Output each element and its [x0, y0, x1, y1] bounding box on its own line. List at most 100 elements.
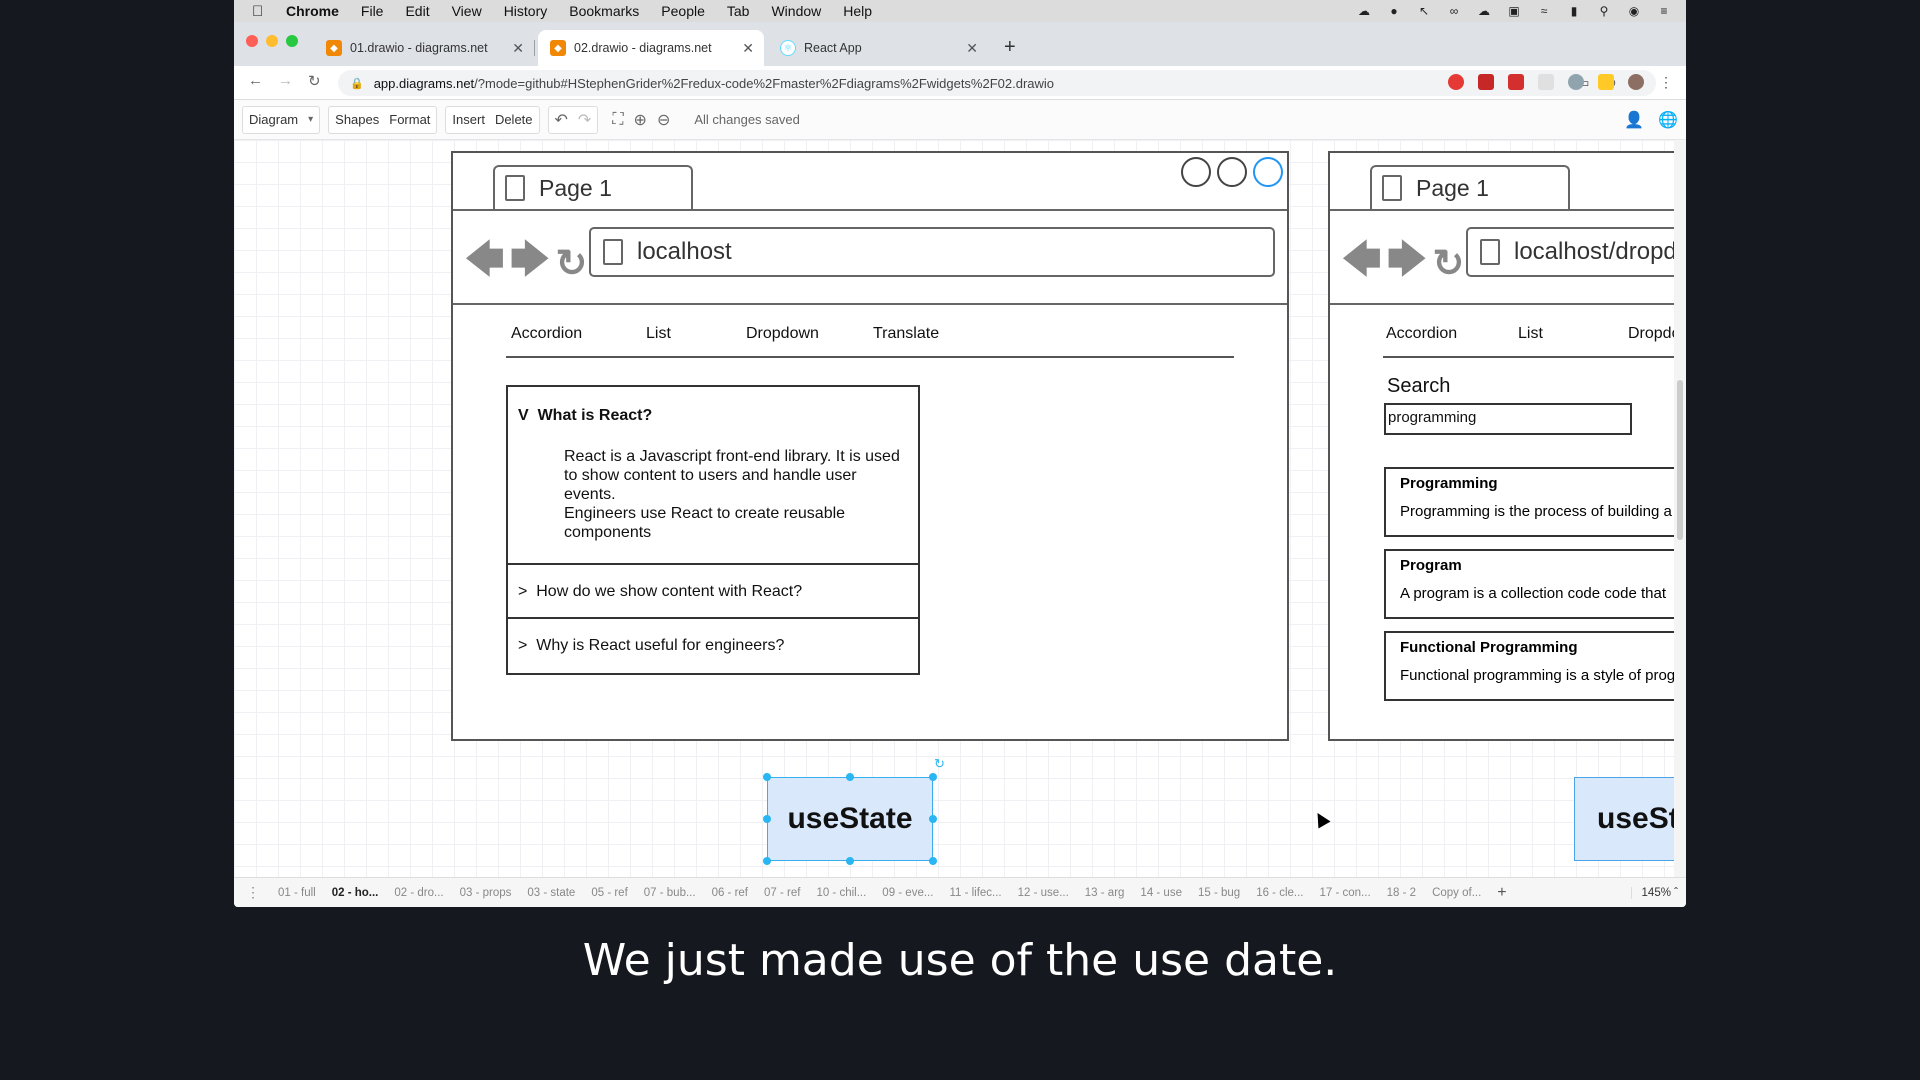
css-extension-icon[interactable]	[1598, 74, 1614, 90]
diagram-canvas[interactable]: Page 1 🡄 🡆 ↻ localhost Accordion List Dr…	[234, 140, 1674, 877]
resize-handle[interactable]	[929, 815, 937, 823]
extension-blue-icon[interactable]	[1568, 74, 1584, 90]
close-tab-icon[interactable]: ✕	[512, 40, 524, 57]
menu-file[interactable]: File	[361, 3, 384, 19]
browser-mockup-dropdown[interactable]: Page 1 🡄 🡆 ↻ localhost/dropdo Accordion …	[1328, 151, 1674, 741]
zoom-level[interactable]: 145% ˆ	[1630, 886, 1686, 899]
close-window-button[interactable]	[246, 35, 258, 47]
page-tab[interactable]: 06 - ref	[704, 887, 756, 899]
wifi-icon[interactable]: ≈	[1536, 4, 1552, 18]
page-tab[interactable]: 03 - props	[452, 887, 520, 899]
menu-edit[interactable]: Edit	[405, 3, 429, 19]
page-tab[interactable]: 05 - ref	[583, 887, 635, 899]
reload-icon[interactable]: ↻	[308, 72, 321, 90]
zoom-in-icon[interactable]: ⊕	[634, 110, 647, 130]
siri-icon[interactable]: ◉	[1626, 4, 1642, 18]
tab-react-app[interactable]: ⚛ React App ✕	[768, 30, 988, 66]
toolbar-right: 👤 🌐	[1624, 110, 1678, 130]
ublock-icon[interactable]	[1448, 74, 1464, 90]
page-tab[interactable]: 13 - arg	[1077, 887, 1133, 899]
menu-bookmarks[interactable]: Bookmarks	[569, 3, 639, 19]
globe-icon[interactable]: 🌐	[1658, 110, 1678, 130]
pages-menu-icon[interactable]: ⋮	[234, 884, 272, 901]
forward-arrow-icon: 🡆	[510, 239, 550, 281]
page-tab[interactable]: 07 - ref	[756, 887, 808, 899]
page-tab[interactable]: 02 - dro...	[386, 887, 451, 899]
creative-cloud-icon[interactable]: ☁	[1476, 4, 1492, 18]
resize-handle[interactable]	[763, 815, 771, 823]
extension-red-icon[interactable]	[1508, 74, 1524, 90]
chrome-menu-icon[interactable]: ⋮	[1658, 74, 1674, 90]
vertical-scrollbar[interactable]	[1674, 140, 1686, 877]
profile-avatar[interactable]	[1628, 74, 1644, 90]
delete-button[interactable]: Delete	[495, 112, 533, 127]
page-tab[interactable]: 09 - eve...	[874, 887, 941, 899]
extension-grey-icon[interactable]	[1538, 74, 1554, 90]
close-tab-icon[interactable]: ✕	[742, 40, 754, 57]
rotate-handle-icon[interactable]: ↻	[934, 756, 945, 772]
page-tab[interactable]: 18 - 2	[1379, 887, 1424, 899]
display-icon[interactable]: ▣	[1506, 4, 1522, 18]
zoom-window-button[interactable]	[286, 35, 298, 47]
spotlight-icon[interactable]: ⚲	[1596, 4, 1612, 18]
pointer-icon[interactable]: ↖	[1416, 4, 1432, 18]
apple-icon[interactable]: 	[252, 3, 270, 20]
page-tab[interactable]: 11 - lifec...	[941, 887, 1009, 899]
glasses-icon[interactable]: ∞	[1446, 4, 1462, 18]
tab-divider	[1330, 209, 1674, 211]
resize-handle[interactable]	[763, 773, 771, 781]
page-tab[interactable]: Copy of...	[1424, 887, 1489, 899]
new-tab-plus-icon[interactable]: +	[1004, 36, 1016, 59]
cloud-icon[interactable]: ☁	[1356, 4, 1372, 18]
close-tab-icon[interactable]: ✕	[966, 40, 978, 57]
menu-help[interactable]: Help	[843, 3, 872, 19]
user-icon[interactable]: 👤	[1624, 110, 1644, 130]
back-arrow-icon[interactable]: ←	[248, 72, 263, 89]
page-tab[interactable]: 01 - full	[272, 887, 324, 899]
menu-view[interactable]: View	[452, 3, 482, 19]
page-tab[interactable]: 15 - bug	[1190, 887, 1248, 899]
page-tab[interactable]: 14 - use	[1132, 887, 1190, 899]
mockup-nav-arrows: 🡄 🡆 ↻	[1342, 231, 1464, 296]
insert-button[interactable]: Insert	[452, 112, 485, 127]
lock-icon[interactable]: 🔒	[350, 77, 364, 90]
shapes-button[interactable]: Shapes	[335, 112, 379, 127]
add-page-plus-icon[interactable]: +	[1489, 884, 1514, 902]
extension-badge-icon[interactable]	[1478, 74, 1494, 90]
diagram-menu[interactable]: Diagram ▾	[242, 105, 321, 134]
body-line: to show content to users and handle user	[564, 467, 857, 484]
page-tab[interactable]: 07 - bub...	[636, 887, 704, 899]
page-tab[interactable]: 16 - cle...	[1248, 887, 1311, 899]
resize-handle[interactable]	[929, 773, 937, 781]
page-tab[interactable]: 10 - chil...	[808, 887, 874, 899]
menu-people[interactable]: People	[661, 3, 705, 19]
fullscreen-icon[interactable]: ⛶	[612, 111, 623, 129]
record-icon[interactable]: ●	[1386, 4, 1402, 18]
format-button[interactable]: Format	[389, 112, 430, 127]
resize-handle[interactable]	[763, 857, 771, 865]
zoom-out-icon[interactable]: ⊖	[657, 110, 670, 130]
forward-arrow-icon[interactable]: →	[278, 72, 293, 89]
usestate-shape-partial[interactable]: useSt	[1574, 777, 1674, 861]
menu-app[interactable]: Chrome	[286, 3, 339, 19]
undo-icon[interactable]: ↶	[555, 110, 568, 130]
resize-handle[interactable]	[929, 857, 937, 865]
notification-center-icon[interactable]: ≡	[1656, 4, 1672, 18]
menu-history[interactable]: History	[504, 3, 548, 19]
menu-tab[interactable]: Tab	[727, 3, 750, 19]
browser-mockup-accordion[interactable]: Page 1 🡄 🡆 ↻ localhost Accordion List Dr…	[451, 151, 1289, 741]
tab-02-drawio[interactable]: ◆ 02.drawio - diagrams.net ✕	[538, 30, 764, 66]
page-tab[interactable]: 03 - state	[519, 887, 583, 899]
page-tab[interactable]: 12 - use...	[1010, 887, 1077, 899]
page-tab-active[interactable]: 02 - ho...	[324, 887, 387, 899]
resize-handle[interactable]	[846, 857, 854, 865]
page-tab[interactable]: 17 - con...	[1312, 887, 1379, 899]
resize-handle[interactable]	[846, 773, 854, 781]
battery-icon[interactable]: ▮	[1566, 4, 1582, 18]
menu-window[interactable]: Window	[771, 3, 821, 19]
scroll-thumb[interactable]	[1677, 380, 1683, 540]
redo-icon[interactable]: ↷	[578, 110, 591, 130]
minimize-window-button[interactable]	[266, 35, 278, 47]
tab-01-drawio[interactable]: ◆ 01.drawio - diagrams.net ✕	[314, 30, 535, 66]
forward-arrow-icon: 🡆	[1387, 239, 1427, 281]
